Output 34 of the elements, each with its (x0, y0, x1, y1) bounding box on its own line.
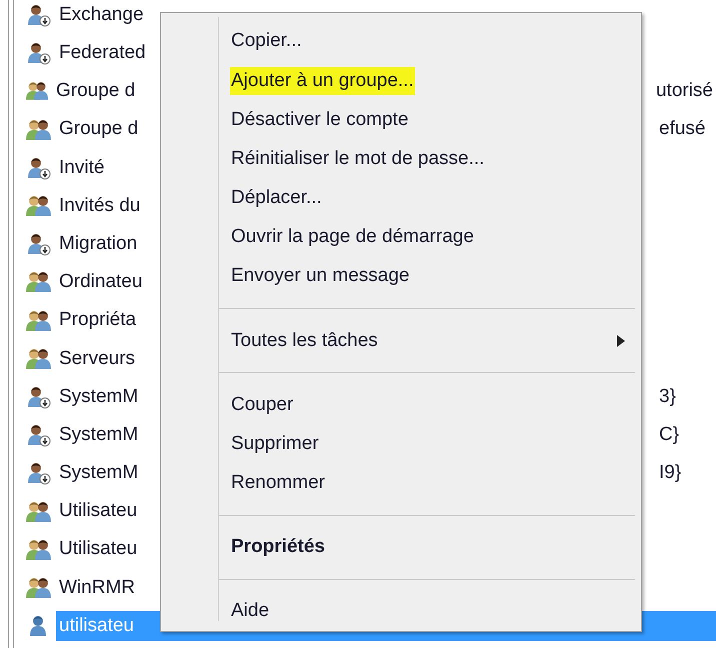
group-icon (26, 538, 52, 562)
list-item-name[interactable]: C} (659, 420, 680, 450)
menu-item[interactable]: Désactiver le compte (165, 100, 635, 140)
menu-item[interactable]: Toutes les tâches (165, 321, 635, 360)
group-icon (26, 500, 52, 524)
submenu-arrow-icon (617, 334, 625, 347)
menu-item[interactable]: Ouvrir la page de démarrage (165, 218, 635, 258)
menu-item[interactable]: Ajouter à un groupe... (165, 61, 635, 100)
menu-item[interactable]: Renommer (165, 464, 635, 503)
group-icon (26, 118, 52, 142)
menu-item[interactable]: Propriétés (165, 528, 635, 567)
group-icon (26, 308, 52, 333)
user-icon (26, 461, 52, 486)
user-icon (26, 384, 52, 409)
list-item-name[interactable]: 3} (659, 382, 676, 412)
menu-item[interactable]: Copier... (165, 22, 635, 62)
menu-item[interactable]: Déplacer... (165, 178, 635, 218)
user-icon (26, 156, 52, 180)
menu-item[interactable]: Réinitialiser le mot de passe... (165, 140, 635, 179)
group-icon (26, 576, 52, 600)
menu-item[interactable]: Aide (165, 592, 635, 632)
user-icon (26, 41, 52, 66)
menu-item[interactable]: Couper (165, 385, 635, 424)
list-item-name[interactable]: efusé (659, 115, 706, 144)
group-icon (26, 194, 52, 218)
user-icon (26, 3, 52, 28)
list-item-name[interactable]: utorisé (656, 77, 713, 106)
user-icon (26, 423, 52, 448)
group-icon (26, 270, 52, 294)
group-icon (26, 346, 52, 371)
user-icon (26, 232, 52, 256)
menu-item[interactable]: Envoyer un message (165, 257, 635, 296)
list-item-name[interactable]: I9} (659, 459, 682, 488)
menu-item[interactable]: Supprimer (165, 424, 635, 464)
